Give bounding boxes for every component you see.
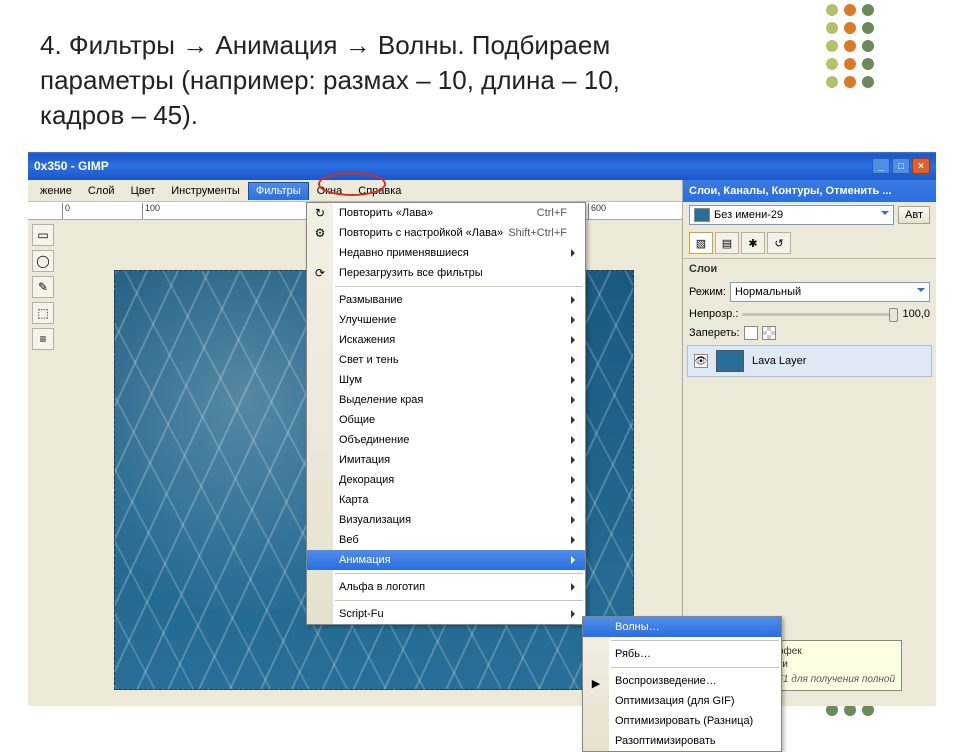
ruler-tick: 600 [591,203,606,213]
menu-noise[interactable]: Шум [307,370,585,390]
slide-title: 4. Фильтры → Анимация → Волны. Подбираем… [40,28,800,133]
filters-dropdown: ↻ Повторить «Лава» Ctrl+F ⚙ Повторить с … [306,202,586,625]
opacity-value: 100,0 [902,308,930,320]
dock-tabs: ▧ ▤ ✱ ↺ [683,228,936,258]
layers-label: Слои [689,263,930,275]
layer-thumbnail [716,350,744,372]
tool-button[interactable]: ✎ [32,276,54,298]
tool-button[interactable]: ▭ [32,224,54,246]
layer-name: Lava Layer [752,355,806,367]
maximize-button[interactable]: □ [892,158,910,174]
auto-button[interactable]: Авт [898,206,930,224]
lock-alpha-checkbox[interactable] [762,326,776,340]
image-selector-value: Без имени-29 [714,209,783,221]
close-button[interactable]: × [912,158,930,174]
submenu-unoptimize[interactable]: Разоптимизировать [583,731,781,751]
window-title: 0x350 - GIMP [34,159,872,173]
menu-item-image[interactable]: жение [32,182,80,200]
slide-deco-top [826,4,886,88]
mode-select[interactable]: Нормальный [730,282,930,302]
menu-blur[interactable]: Размывание [307,290,585,310]
repeat-icon: ↻ [312,205,328,221]
menu-light-shadow[interactable]: Свет и тень [307,350,585,370]
play-icon: ▶ [588,675,604,691]
submenu-waves[interactable]: Волны… [583,617,781,637]
tab-layers-icon[interactable]: ▧ [689,232,713,254]
toolbox: ▭ ◯ ✎ ⬚ ≡ [28,220,58,700]
menu-item-help[interactable]: Справка [350,182,409,200]
layers-panel-title[interactable]: Слои, Каналы, Контуры, Отменить ... [683,180,936,202]
menu-artistic[interactable]: Имитация [307,450,585,470]
tool-button[interactable]: ≡ [32,328,54,350]
menu-repeat-settings[interactable]: ⚙ Повторить с настройкой «Лава» Shift+Ct… [307,223,585,243]
reload-icon: ⟳ [312,265,328,281]
menu-map[interactable]: Карта [307,490,585,510]
submenu-optimize-gif[interactable]: Оптимизация (для GIF) [583,691,781,711]
visibility-toggle-icon[interactable]: 👁 [694,354,708,368]
menu-edge-detect[interactable]: Выделение края [307,390,585,410]
mode-value: Нормальный [735,286,801,298]
submenu-playback[interactable]: ▶ Воспроизведение… [583,671,781,691]
menu-script-fu[interactable]: Script-Fu [307,604,585,624]
tab-undo-icon[interactable]: ↺ [767,232,791,254]
menu-generic[interactable]: Общие [307,410,585,430]
menu-item-color[interactable]: Цвет [123,182,164,200]
repeat-settings-icon: ⚙ [312,225,328,241]
submenu-optimize-diff[interactable]: Оптимизировать (Разница) [583,711,781,731]
animation-submenu: Волны… Рябь… ▶ Воспроизведение… Оптимиза… [582,616,782,752]
opacity-label: Непрозр.: [689,308,738,320]
tool-button[interactable]: ⬚ [32,302,54,324]
tool-button[interactable]: ◯ [32,250,54,272]
menu-alpha-to-logo[interactable]: Альфа в логотип [307,577,585,597]
menu-reload-filters[interactable]: ⟳ Перезагрузить все фильтры [307,263,585,283]
minimize-button[interactable]: _ [872,158,890,174]
image-selector[interactable]: Без имени-29 [689,205,894,225]
menu-repeat[interactable]: ↻ Повторить «Лава» Ctrl+F [307,203,585,223]
menu-item-windows[interactable]: Окна [309,182,351,200]
menu-item-tools[interactable]: Инструменты [163,182,248,200]
opacity-slider[interactable] [742,313,898,316]
lock-pixel-checkbox[interactable] [744,326,758,340]
menu-combine[interactable]: Объединение [307,430,585,450]
tab-paths-icon[interactable]: ✱ [741,232,765,254]
menu-recent[interactable]: Недавно применявшиеся [307,243,585,263]
menu-item-filters[interactable]: Фильтры [248,182,309,200]
menu-distort[interactable]: Искажения [307,330,585,350]
menu-web[interactable]: Веб [307,530,585,550]
layer-row[interactable]: 👁 Lava Layer [687,345,932,377]
menu-render[interactable]: Визуализация [307,510,585,530]
submenu-ripple[interactable]: Рябь… [583,644,781,664]
gimp-window: 0x350 - GIMP _ □ × жение Слой Цвет Инстр… [28,152,936,706]
menu-item-layer[interactable]: Слой [80,182,123,200]
menu-animation[interactable]: Анимация [307,550,585,570]
lock-label: Запереть: [689,327,740,339]
tab-channels-icon[interactable]: ▤ [715,232,739,254]
ruler-tick: 0 [65,203,70,213]
mode-label: Режим: [689,286,726,298]
menu-decor[interactable]: Декорация [307,470,585,490]
image-thumb-icon [694,208,710,222]
ruler-tick: 100 [145,203,160,213]
menu-enhance[interactable]: Улучшение [307,310,585,330]
window-titlebar[interactable]: 0x350 - GIMP _ □ × [28,152,936,180]
lock-controls [744,326,776,340]
